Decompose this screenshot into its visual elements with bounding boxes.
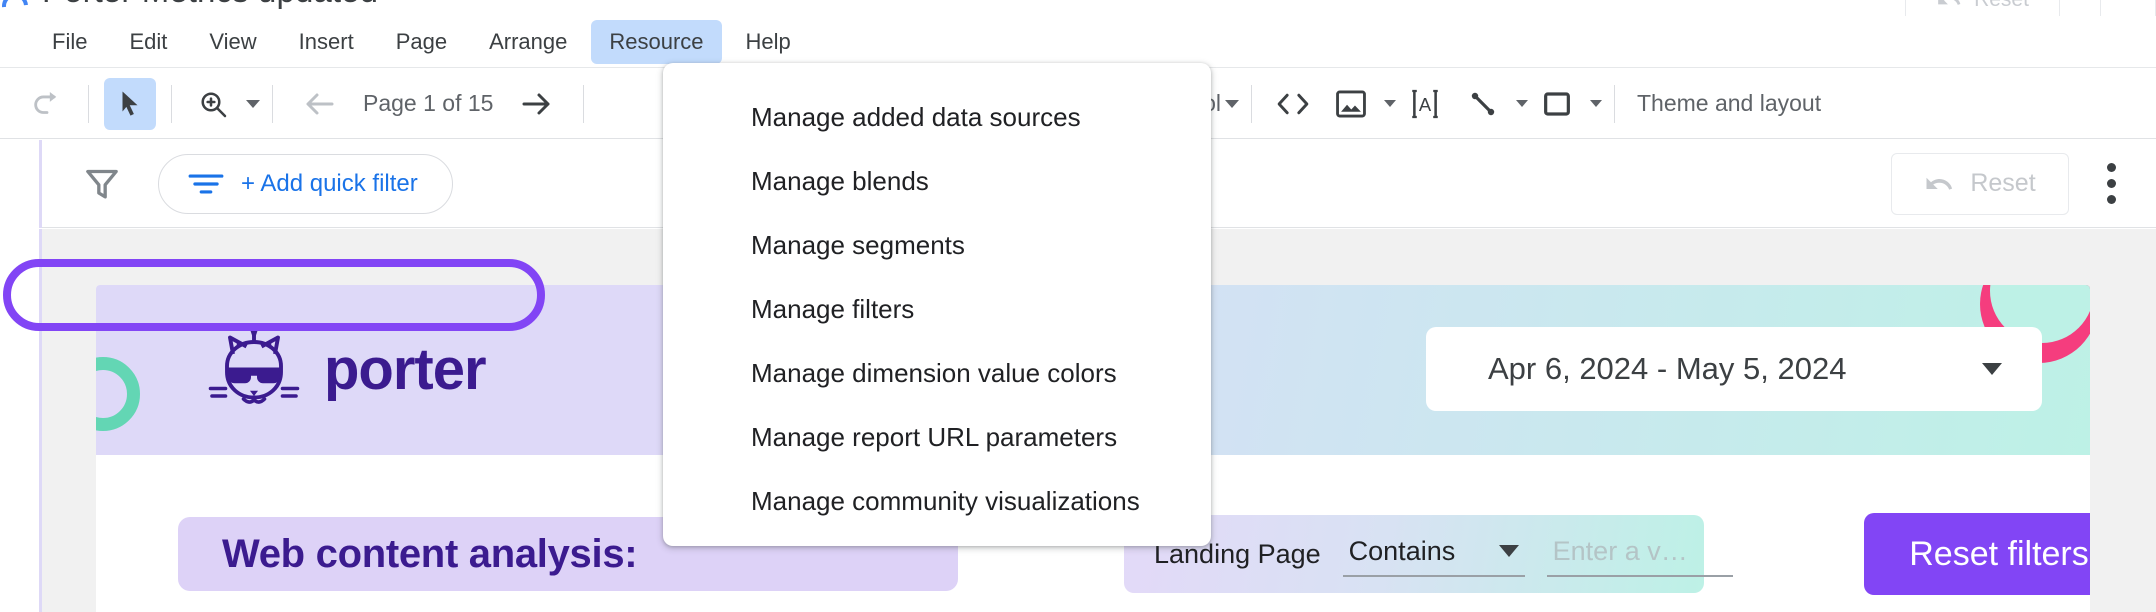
- filter-bar-actions: Reset: [1891, 152, 2156, 215]
- menu-option-manage-community-visualizations[interactable]: Manage community visualizations: [663, 469, 1211, 533]
- reset-filters-toolbar-button[interactable]: Reset: [1891, 152, 2069, 215]
- date-range-chevron-down-icon[interactable]: [1982, 363, 2002, 375]
- insert-image-button[interactable]: [1322, 78, 1396, 130]
- undo-arrow-icon: [1926, 177, 1953, 190]
- menu-item-file[interactable]: File: [34, 20, 105, 64]
- landing-page-value-input[interactable]: Enter a v…: [1546, 532, 1733, 577]
- loading-spinner-icon: [0, 0, 34, 16]
- top-reset-button[interactable]: Reset: [1905, 0, 2060, 16]
- document-title[interactable]: Porter Metrics updated: [42, 0, 378, 10]
- arrow-left-icon: [306, 93, 334, 114]
- toolbar-divider: [272, 84, 273, 123]
- menu-option-manage-blends[interactable]: Manage blends: [663, 149, 1211, 213]
- top-reset-label: Reset: [1974, 0, 2029, 12]
- insert-shape-button[interactable]: [1528, 78, 1602, 130]
- toolbar-divider: [1250, 84, 1252, 123]
- reset-filters-button[interactable]: Reset filters: [1864, 513, 2090, 595]
- menu-bar: File Edit View Insert Page Arrange Resou…: [0, 16, 2156, 68]
- menu-item-view[interactable]: View: [191, 20, 274, 64]
- previous-page-button[interactable]: [294, 78, 346, 130]
- resource-menu-dropdown: Manage added data sources Manage blends …: [663, 63, 1211, 546]
- menu-option-manage-segments[interactable]: Manage segments: [663, 213, 1211, 277]
- arrow-right-icon: [522, 93, 550, 114]
- landing-page-value-placeholder: Enter a v…: [1552, 535, 1688, 566]
- image-button[interactable]: [1325, 78, 1377, 130]
- decorative-circle-icon: [96, 357, 140, 431]
- shape-button[interactable]: [1531, 78, 1583, 130]
- zoom-chevron-down-icon[interactable]: [246, 99, 260, 108]
- landing-page-operator-select[interactable]: Contains: [1342, 532, 1525, 577]
- landing-page-operator-value: Contains: [1348, 535, 1456, 566]
- svg-text:A: A: [1419, 94, 1432, 115]
- porter-wordmark: porter: [324, 336, 487, 402]
- add-quick-filter-button[interactable]: + Add quick filter: [158, 153, 453, 214]
- window-title-bar: Porter Metrics updated Reset: [0, 0, 2156, 16]
- menu-item-arrange[interactable]: Arrange: [471, 20, 585, 64]
- looker-studio-report-editor: Porter Metrics updated Reset File Edit V…: [0, 0, 2156, 612]
- toolbar-divider: [583, 84, 585, 123]
- menu-item-insert[interactable]: Insert: [281, 20, 372, 64]
- insert-text-button[interactable]: A: [1399, 78, 1451, 130]
- shape-chevron-down-icon[interactable]: [1589, 100, 1602, 107]
- kebab-more-icon[interactable]: [2095, 153, 2128, 214]
- next-page-button[interactable]: [510, 78, 562, 130]
- section-title-text: Web content analysis:: [222, 531, 638, 576]
- rectangle-icon: [1544, 91, 1570, 116]
- image-chevron-down-icon[interactable]: [1383, 100, 1396, 107]
- menu-option-manage-added-data-sources[interactable]: Manage added data sources: [663, 85, 1211, 149]
- filter-funnel-icon: [86, 169, 118, 198]
- canvas-left-rail: [0, 229, 42, 612]
- toolbar-divider: [1613, 84, 1615, 123]
- zoom-in-icon: [201, 91, 227, 117]
- zoom-in-button[interactable]: [187, 78, 239, 130]
- date-range-control[interactable]: Apr 6, 2024 - May 5, 2024: [1426, 327, 2042, 411]
- menu-item-edit[interactable]: Edit: [111, 20, 185, 64]
- line-chevron-down-icon[interactable]: [1515, 100, 1528, 107]
- line-icon: [1471, 92, 1495, 115]
- reset-label: Reset: [1970, 169, 2036, 197]
- operator-chevron-down-icon[interactable]: [1498, 545, 1519, 557]
- line-button[interactable]: [1457, 78, 1509, 130]
- date-range-value: Apr 6, 2024 - May 5, 2024: [1488, 351, 1847, 386]
- page-indicator-label: Page 1 of 15: [363, 90, 494, 116]
- left-rail-stub: [0, 139, 42, 228]
- menu-option-manage-report-url-parameters[interactable]: Manage report URL parameters: [663, 405, 1211, 469]
- zoom-control[interactable]: [184, 78, 260, 130]
- landing-page-filter: Landing Page Contains Enter a v…: [1124, 515, 1733, 593]
- page-navigation: Page 1 of 15: [291, 78, 565, 130]
- text-box-icon: A: [1412, 89, 1438, 118]
- top-more-button[interactable]: [2100, 0, 2156, 16]
- theme-and-layout-button[interactable]: Theme and layout: [1637, 90, 1821, 117]
- menu-item-resource[interactable]: Resource: [591, 19, 722, 64]
- undo-arrow-icon: [1938, 0, 1961, 5]
- add-quick-filter-label: + Add quick filter: [241, 169, 418, 197]
- porter-cat-unicorn-icon: [208, 327, 300, 404]
- cursor-arrow-icon: [122, 91, 138, 116]
- filter-funnel-button[interactable]: [82, 164, 122, 204]
- redo-icon: [34, 91, 57, 114]
- menu-option-manage-filters[interactable]: Manage filters: [663, 277, 1211, 341]
- insert-line-button[interactable]: [1454, 78, 1528, 130]
- toolbar-divider: [171, 84, 172, 123]
- menu-item-page[interactable]: Page: [378, 20, 465, 64]
- menu-option-manage-dimension-value-colors[interactable]: Manage dimension value colors: [663, 341, 1211, 405]
- redo-button[interactable]: [21, 78, 73, 130]
- reset-filters-label: Reset filters: [1909, 534, 2089, 573]
- menu-item-help[interactable]: Help: [728, 20, 809, 64]
- porter-logo: porter: [206, 321, 487, 417]
- toolbar-divider: [88, 84, 89, 123]
- quick-filter-lines-icon: [188, 174, 224, 194]
- embed-code-button[interactable]: [1267, 78, 1319, 130]
- select-tool-button[interactable]: [104, 77, 156, 130]
- code-embed-icon: [1277, 93, 1309, 114]
- image-icon: [1336, 90, 1366, 117]
- add-control-chevron-down-icon[interactable]: [1224, 99, 1239, 108]
